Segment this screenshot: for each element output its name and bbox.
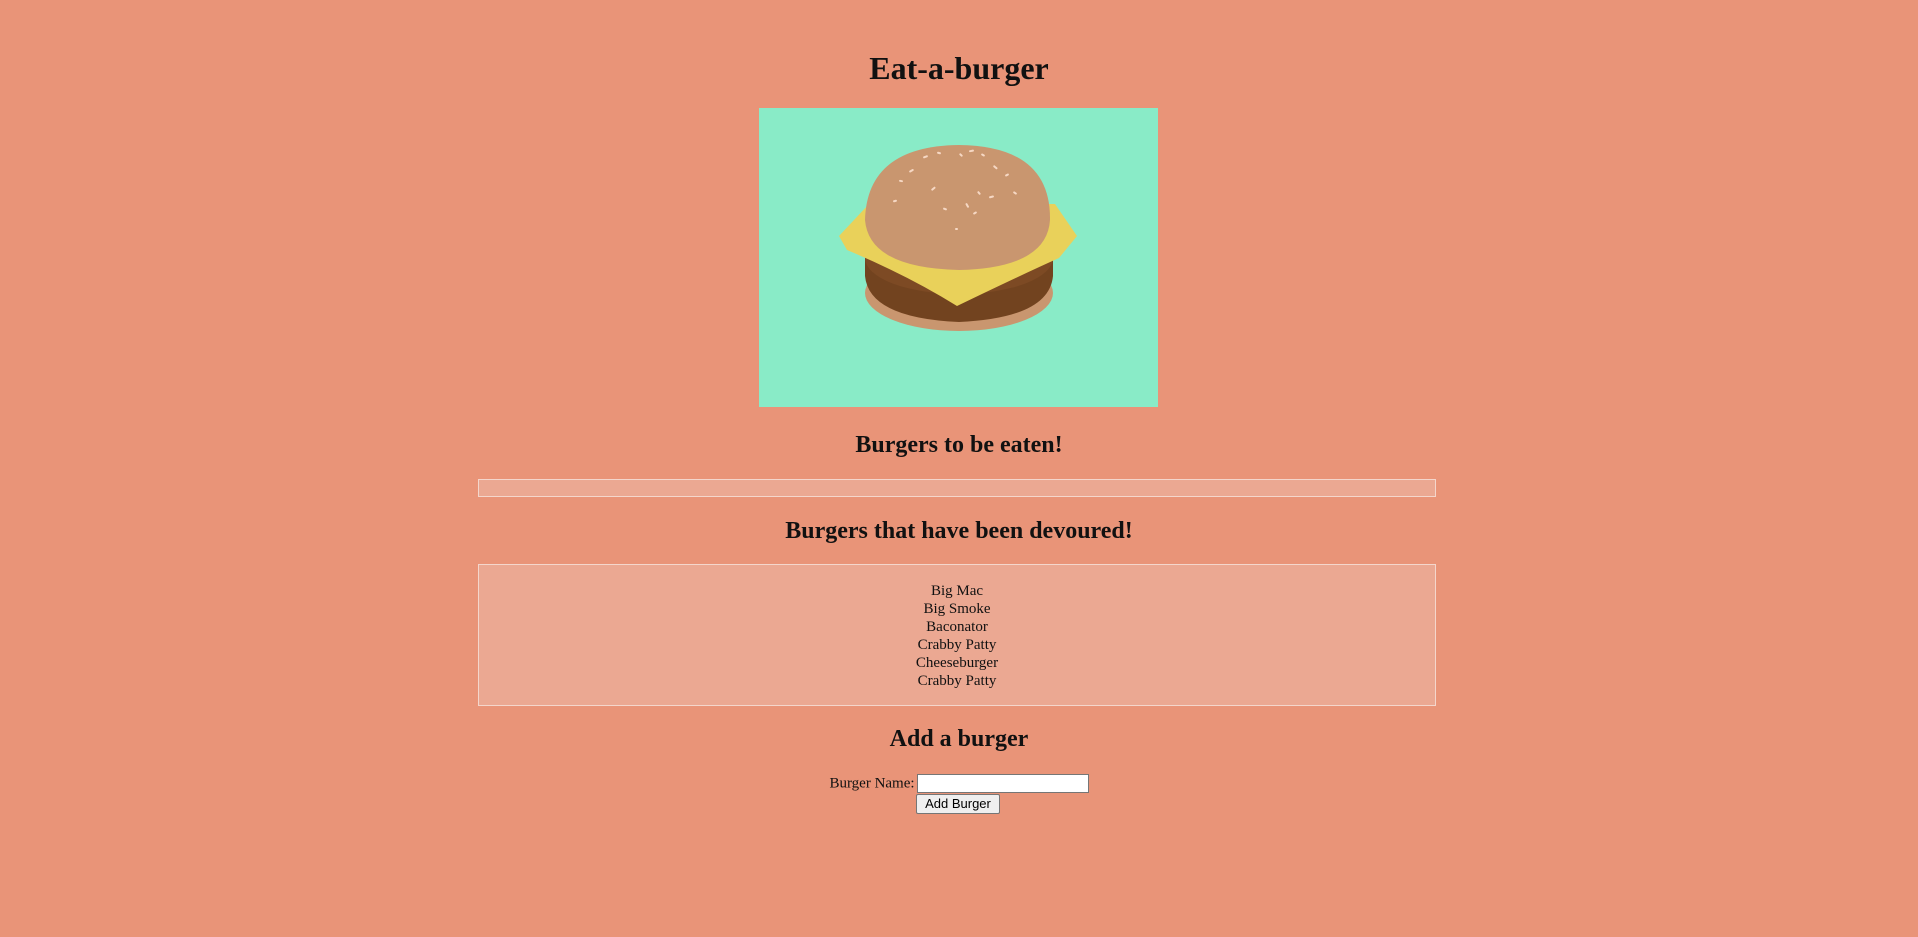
add-burger-button[interactable]: Add Burger xyxy=(916,794,1000,814)
uneaten-heading: Burgers to be eaten! xyxy=(855,432,1063,458)
devoured-burger-list: Big Mac Big Smoke Baconator Crabby Patty… xyxy=(479,565,1435,690)
list-item: Crabby Patty xyxy=(917,673,997,689)
list-item: Cheeseburger xyxy=(915,655,999,671)
hero-image xyxy=(759,108,1158,407)
burger-name-label: Burger Name: xyxy=(829,775,915,792)
devoured-burger-panel: Big Mac Big Smoke Baconator Crabby Patty… xyxy=(478,564,1436,706)
list-item: Big Smoke xyxy=(923,601,991,617)
page: Eat-a-burger Burgers to be eaten! Burger… xyxy=(0,0,1918,937)
burger-illustration-icon xyxy=(839,145,1077,331)
devoured-heading: Burgers that have been devoured! xyxy=(785,518,1133,544)
top-bun-shape xyxy=(865,145,1051,270)
list-item: Crabby Patty xyxy=(917,637,997,653)
list-item: Baconator xyxy=(926,619,988,635)
uneaten-burger-list xyxy=(478,479,1436,497)
add-burger-heading: Add a burger xyxy=(889,726,1029,752)
add-burger-form: Burger Name: xyxy=(0,772,1918,795)
list-item: Big Mac xyxy=(930,583,984,599)
page-title: Eat-a-burger xyxy=(869,50,1049,86)
burger-name-input[interactable] xyxy=(916,774,1089,794)
